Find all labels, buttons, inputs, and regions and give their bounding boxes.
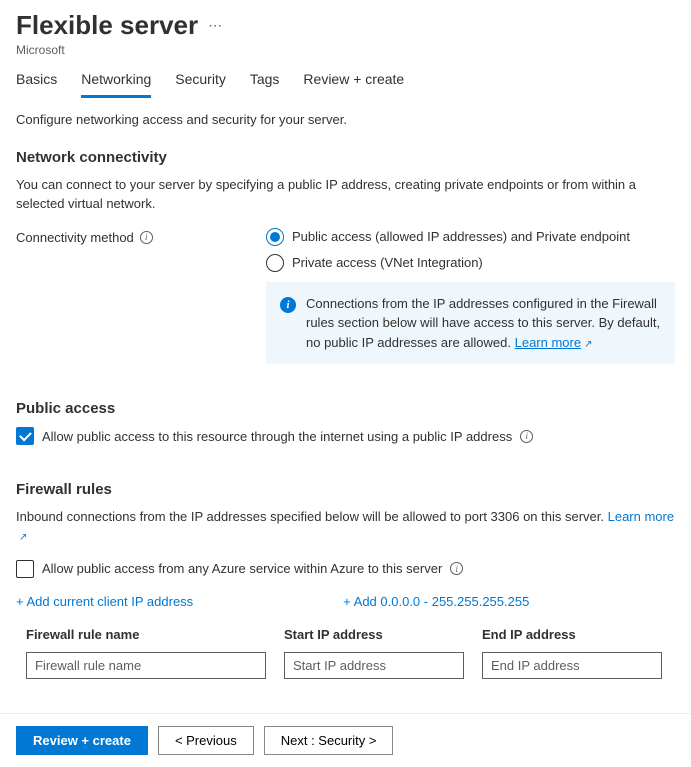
firewall-table-header: Firewall rule name Start IP address End … xyxy=(16,627,675,642)
allow-public-access-label: Allow public access to this resource thr… xyxy=(42,429,512,444)
info-icon: i xyxy=(280,297,296,313)
radio-icon xyxy=(266,254,284,272)
connectivity-desc: You can connect to your server by specif… xyxy=(16,176,675,214)
tab-basics[interactable]: Basics xyxy=(16,71,57,98)
radio-icon xyxy=(266,228,284,246)
page-header: Flexible server ⋯ Microsoft xyxy=(0,0,691,57)
main-content: Configure networking access and security… xyxy=(0,98,691,759)
allow-public-access-checkbox[interactable]: Allow public access to this resource thr… xyxy=(16,427,675,445)
wizard-footer: Review + create < Previous Next : Securi… xyxy=(0,713,691,767)
firewall-rule-name-input[interactable] xyxy=(26,652,266,679)
connectivity-method-label-text: Connectivity method xyxy=(16,230,134,245)
info-icon[interactable]: i xyxy=(450,562,463,575)
previous-button[interactable]: < Previous xyxy=(158,726,254,755)
tab-bar: Basics Networking Security Tags Review +… xyxy=(0,57,691,98)
info-text-content: Connections from the IP addresses config… xyxy=(306,296,660,350)
page-description: Configure networking access and security… xyxy=(16,112,675,127)
col-start-ip: Start IP address xyxy=(284,627,464,642)
end-ip-input[interactable] xyxy=(482,652,662,679)
public-access-title: Public access xyxy=(16,400,675,417)
connectivity-title: Network connectivity xyxy=(16,149,675,166)
connectivity-method-label: Connectivity method i xyxy=(16,228,266,245)
firewall-desc: Inbound connections from the IP addresse… xyxy=(16,508,675,546)
add-ip-range-link[interactable]: + Add 0.0.0.0 - 255.255.255.255 xyxy=(343,594,529,609)
radio-private-access[interactable]: Private access (VNet Integration) xyxy=(266,254,675,272)
learn-more-link[interactable]: Learn more↗ xyxy=(515,335,593,350)
info-icon[interactable]: i xyxy=(520,430,533,443)
radio-private-label: Private access (VNet Integration) xyxy=(292,255,483,270)
info-icon[interactable]: i xyxy=(140,231,153,244)
review-create-button[interactable]: Review + create xyxy=(16,726,148,755)
external-link-icon: ↗ xyxy=(19,531,27,546)
allow-azure-label: Allow public access from any Azure servi… xyxy=(42,561,442,576)
info-text: Connections from the IP addresses config… xyxy=(306,294,661,353)
checkbox-icon xyxy=(16,560,34,578)
info-callout: i Connections from the IP addresses conf… xyxy=(266,282,675,365)
radio-public-access[interactable]: Public access (allowed IP addresses) and… xyxy=(266,228,675,246)
allow-azure-services-checkbox[interactable]: Allow public access from any Azure servi… xyxy=(16,560,675,578)
tab-security[interactable]: Security xyxy=(175,71,226,98)
page-title: Flexible server xyxy=(16,10,198,41)
page-subtitle: Microsoft xyxy=(16,43,675,57)
more-actions-icon[interactable]: ⋯ xyxy=(208,17,223,34)
next-button[interactable]: Next : Security > xyxy=(264,726,394,755)
firewall-table-row xyxy=(16,652,675,679)
checkbox-icon xyxy=(16,427,34,445)
tab-tags[interactable]: Tags xyxy=(250,71,280,98)
firewall-title: Firewall rules xyxy=(16,481,675,498)
radio-public-label: Public access (allowed IP addresses) and… xyxy=(292,229,630,244)
add-current-ip-link[interactable]: + Add current client IP address xyxy=(16,594,193,609)
external-link-icon: ↗ xyxy=(584,337,592,352)
firewall-desc-text: Inbound connections from the IP addresse… xyxy=(16,509,608,524)
tab-review[interactable]: Review + create xyxy=(303,71,404,98)
col-end-ip: End IP address xyxy=(482,627,662,642)
tab-networking[interactable]: Networking xyxy=(81,71,151,98)
col-rule-name: Firewall rule name xyxy=(26,627,266,642)
start-ip-input[interactable] xyxy=(284,652,464,679)
